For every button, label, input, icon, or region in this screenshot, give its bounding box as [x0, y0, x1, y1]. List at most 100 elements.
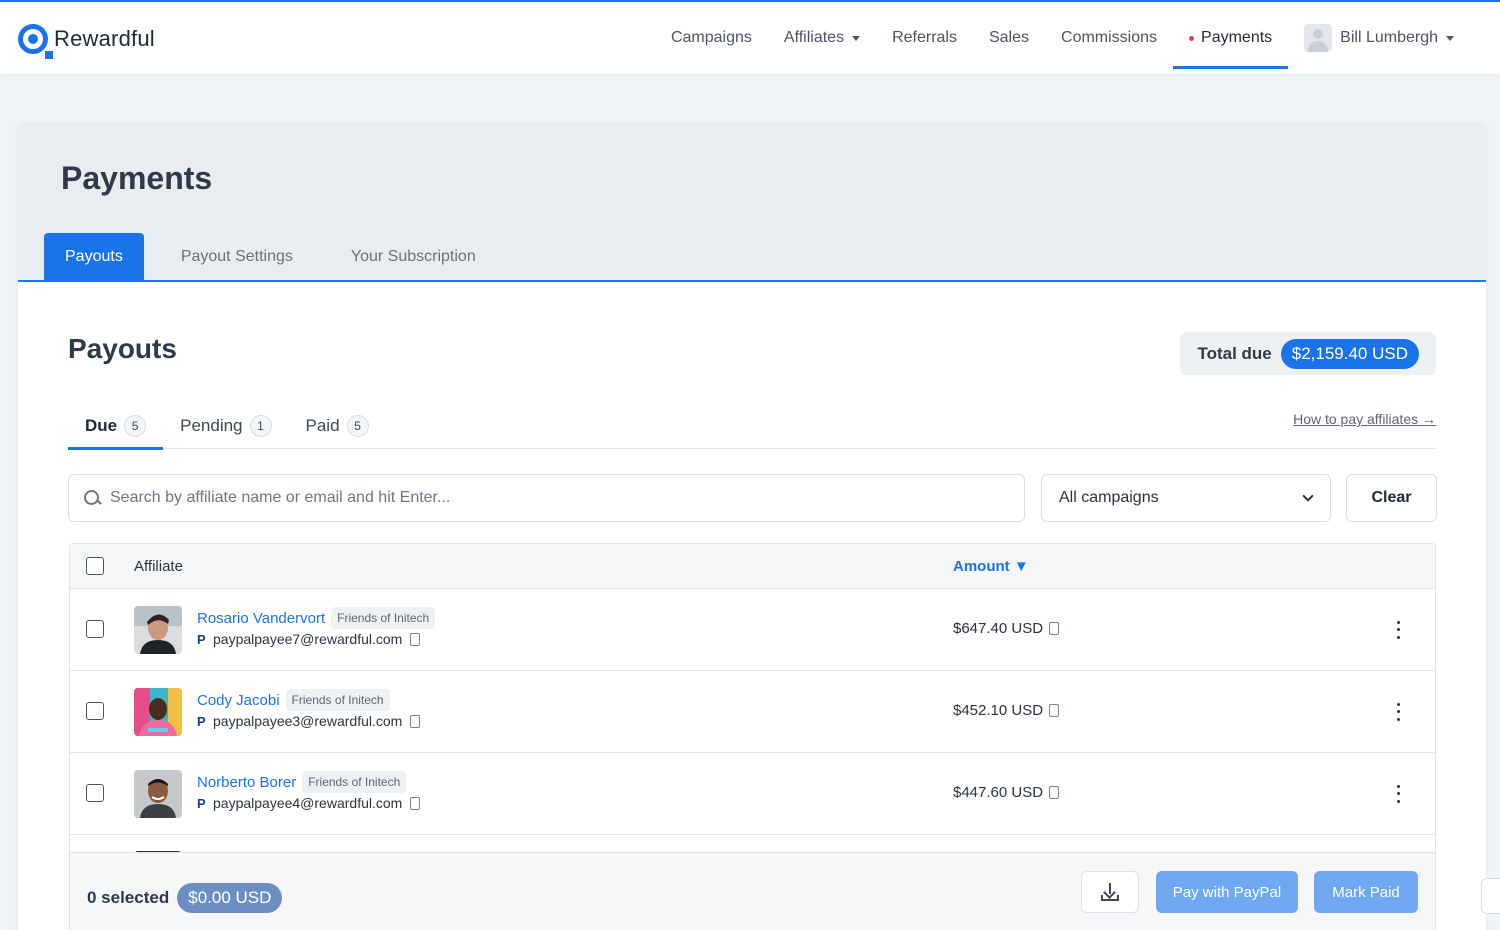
row-actions-kebab-icon[interactable]: [1388, 701, 1408, 723]
caret-down-icon: [1446, 35, 1454, 41]
nav-label: Affiliates: [783, 29, 845, 46]
tab-your-subscription[interactable]: Your Subscription: [330, 233, 497, 280]
affiliate-avatar: [134, 606, 182, 654]
row-checkbox[interactable]: [86, 784, 104, 802]
campaign-tag: Friends of Initech: [302, 771, 407, 793]
nav-item-commissions[interactable]: Commissions: [1045, 7, 1173, 69]
top-navbar: Rewardful Campaigns Affiliates Referrals…: [0, 0, 1500, 74]
payouts-table: Affiliate Amount ▼ Rosario Vandervort Fr…: [69, 543, 1436, 861]
clear-button[interactable]: Clear: [1346, 474, 1437, 522]
page-tabs: Payouts Payout Settings Your Subscriptio…: [44, 233, 513, 280]
amount-cell: $452.10 USD: [953, 702, 1060, 719]
subtab-label: Due: [85, 416, 118, 435]
pay-with-paypal-button[interactable]: Pay with PayPal: [1156, 871, 1298, 913]
campaign-filter-select[interactable]: All campaigns: [1041, 474, 1331, 522]
subtab-pending[interactable]: Pending 1: [163, 403, 288, 449]
search-icon: [84, 489, 101, 507]
affiliate-email: paypalpayee3@rewardful.com: [213, 713, 403, 729]
subtab-label: Pending: [180, 416, 243, 435]
total-due-badge: $2,159.40 USD: [1280, 338, 1419, 369]
page-title: Payments: [61, 160, 213, 196]
user-menu[interactable]: Bill Lumbergh: [1288, 7, 1470, 69]
how-to-pay-link[interactable]: How to pay affiliates →: [1293, 411, 1436, 427]
campaign-tag: Friends of Initech: [285, 689, 390, 711]
caret-down-icon: [852, 35, 861, 41]
table-row: Norberto Borer Friends of Initech P payp…: [70, 753, 1435, 835]
affiliate-avatar: [134, 770, 182, 818]
table-header: Affiliate Amount ▼: [70, 544, 1435, 589]
affiliate-email-line: P paypalpayee4@rewardful.com: [197, 795, 421, 811]
search-input[interactable]: [110, 489, 990, 507]
table-row: Cody Jacobi Friends of Initech P paypalp…: [70, 671, 1435, 753]
paypal-icon: P: [197, 713, 206, 729]
logo-text: Rewardful: [54, 26, 155, 51]
campaign-tag: Friends of Initech: [331, 607, 436, 629]
nav-item-payments[interactable]: Payments: [1173, 7, 1289, 69]
affiliate-email: paypalpayee4@rewardful.com: [213, 795, 403, 811]
row-actions-kebab-icon[interactable]: [1388, 619, 1408, 641]
row-checkbox[interactable]: [86, 620, 104, 638]
paypal-icon: P: [197, 795, 206, 811]
nav-item-sales[interactable]: Sales: [973, 7, 1045, 69]
copy-icon[interactable]: [410, 796, 421, 810]
paypal-icon: P: [197, 631, 206, 647]
bulk-action-bar: 0 selected $0.00 USD Pay with PayPal Mar…: [69, 852, 1436, 930]
tab-payout-settings[interactable]: Payout Settings: [160, 233, 314, 280]
affiliate-avatar: [134, 688, 182, 736]
nav-label: Campaigns: [670, 29, 752, 46]
affiliate-email-line: P paypalpayee3@rewardful.com: [197, 713, 421, 729]
copy-icon[interactable]: [1049, 704, 1060, 717]
total-due-label: Total due: [1197, 343, 1272, 363]
section-title: Payouts: [68, 333, 177, 364]
affiliate-name-link[interactable]: Rosario Vandervort: [197, 610, 325, 627]
affiliate-name-line: Rosario Vandervort Friends of Initech: [197, 607, 436, 629]
nav-item-referrals[interactable]: Referrals: [876, 7, 973, 69]
copy-icon[interactable]: [410, 632, 421, 646]
copy-icon[interactable]: [1049, 622, 1060, 635]
subtab-due[interactable]: Due 5: [68, 403, 164, 450]
download-button[interactable]: [1081, 871, 1139, 913]
amount-value: $452.10 USD: [953, 702, 1044, 719]
subtab-label: Paid: [305, 416, 340, 435]
affiliate-name-link[interactable]: Cody Jacobi: [197, 692, 280, 709]
table-row: Rosario Vandervort Friends of Initech P …: [70, 589, 1435, 671]
rewardful-logo[interactable]: Rewardful: [18, 24, 155, 59]
campaign-filter-value: All campaigns: [1059, 489, 1159, 506]
user-avatar-icon: [1304, 24, 1333, 52]
select-all-checkbox[interactable]: [86, 557, 104, 575]
affiliate-email-line: P paypalpayee7@rewardful.com: [197, 631, 421, 647]
side-panel-handle[interactable]: [1481, 878, 1500, 914]
copy-icon[interactable]: [410, 714, 421, 728]
mark-paid-button[interactable]: Mark Paid: [1314, 871, 1418, 913]
count-badge: 1: [249, 415, 272, 437]
row-checkbox[interactable]: [86, 702, 104, 720]
payments-card: Payments Payouts Payout Settings Your Su…: [18, 123, 1486, 930]
search-box: [68, 474, 1025, 522]
affiliate-name-line: Cody Jacobi Friends of Initech: [197, 689, 390, 711]
nav-item-affiliates[interactable]: Affiliates: [768, 7, 876, 69]
selection-summary: 0 selected $0.00 USD: [87, 883, 283, 913]
amount-column-header[interactable]: Amount ▼: [953, 558, 1029, 575]
payout-status-tabs: Due 5 Pending 1 Paid 5: [68, 403, 1436, 450]
main-nav: Campaigns Affiliates Referrals Sales Com…: [655, 2, 1470, 74]
row-actions-kebab-icon[interactable]: [1388, 783, 1408, 805]
selected-count: 0 selected: [87, 888, 170, 907]
total-due-box: Total due $2,159.40 USD: [1180, 332, 1436, 375]
affiliate-column-header: Affiliate: [134, 557, 183, 575]
nav-item-campaigns[interactable]: Campaigns: [655, 7, 768, 69]
nav-label: Commissions: [1061, 29, 1158, 46]
amount-value: $447.60 USD: [953, 784, 1044, 801]
copy-icon[interactable]: [1049, 786, 1060, 799]
nav-label: Payments: [1201, 29, 1273, 46]
nav-label: Sales: [988, 29, 1030, 46]
amount-cell: $447.60 USD: [953, 784, 1060, 801]
affiliate-name-line: Norberto Borer Friends of Initech: [197, 771, 407, 793]
download-icon: [1100, 882, 1120, 902]
subtab-paid[interactable]: Paid 5: [289, 403, 386, 449]
affiliate-name-link[interactable]: Norberto Borer: [197, 774, 296, 791]
selected-amount-badge: $0.00 USD: [177, 883, 283, 913]
amount-value: $647.40 USD: [953, 620, 1044, 637]
tab-payouts[interactable]: Payouts: [44, 233, 144, 280]
count-badge: 5: [346, 415, 369, 437]
chevron-down-icon: [1302, 490, 1314, 502]
